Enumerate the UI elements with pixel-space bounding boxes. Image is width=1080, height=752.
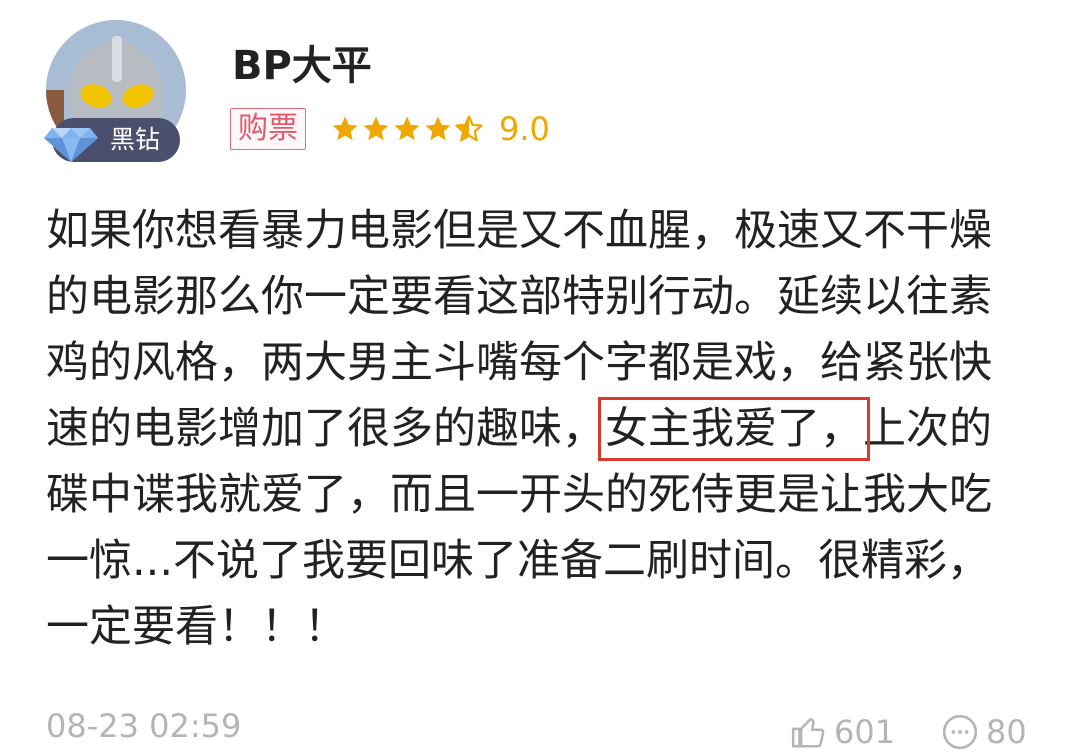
post-timestamp: 08-23 02:59 [46,707,242,745]
comment-icon[interactable] [940,712,980,752]
star-full-icon [425,116,451,141]
star-full-icon [394,116,420,141]
review-line-segment: 上次的 [863,404,992,454]
comment-count: 80 [986,713,1027,751]
star-half-icon [455,115,483,142]
star-full-icon [363,116,389,141]
review-text: 如果你想看暴力电影但是又不血腥，极速又不干燥 的电影那么你一定要看这部特别行动。… [46,198,1036,660]
ticket-purchase-tag: 购票 [230,108,306,150]
review-line-segment: 速的电影增加了很多的趣味， [46,404,605,454]
review-line: 速的电影增加了很多的趣味，女主我爱了，上次的 [46,396,1036,462]
rating-score: 9.0 [499,110,550,148]
like-button[interactable]: 601 [790,712,895,752]
review-line: 鸡的风格，两大男主斗嘴每个字都是戏，给紧张快 [46,338,992,388]
badge-label: 黑钻 [110,125,161,154]
review-line: 一惊...不说了我要回味了准备二刷时间。很精彩， [46,536,991,586]
review-line: 碟中谍我就爱了，而且一开头的死侍更是让我大吃 [46,470,992,520]
comment-button[interactable]: 80 [940,712,1027,752]
review-line: 如果你想看暴力电影但是又不血腥，极速又不干燥 [46,206,992,256]
thumbs-up-icon[interactable] [790,713,828,751]
review-line: 一定要看！！！ [46,602,347,652]
username[interactable]: BP大平 [232,40,372,92]
star-full-icon [332,116,358,141]
user-avatar-group[interactable]: 黑钻 [44,20,188,162]
review-line: 的电影那么你一定要看这部特别行动。延续以往素 [46,272,992,322]
like-count: 601 [834,713,896,751]
star-rating [330,110,485,148]
diamond-icon [44,128,98,162]
highlighted-phrase: 女主我爱了， [598,397,870,461]
